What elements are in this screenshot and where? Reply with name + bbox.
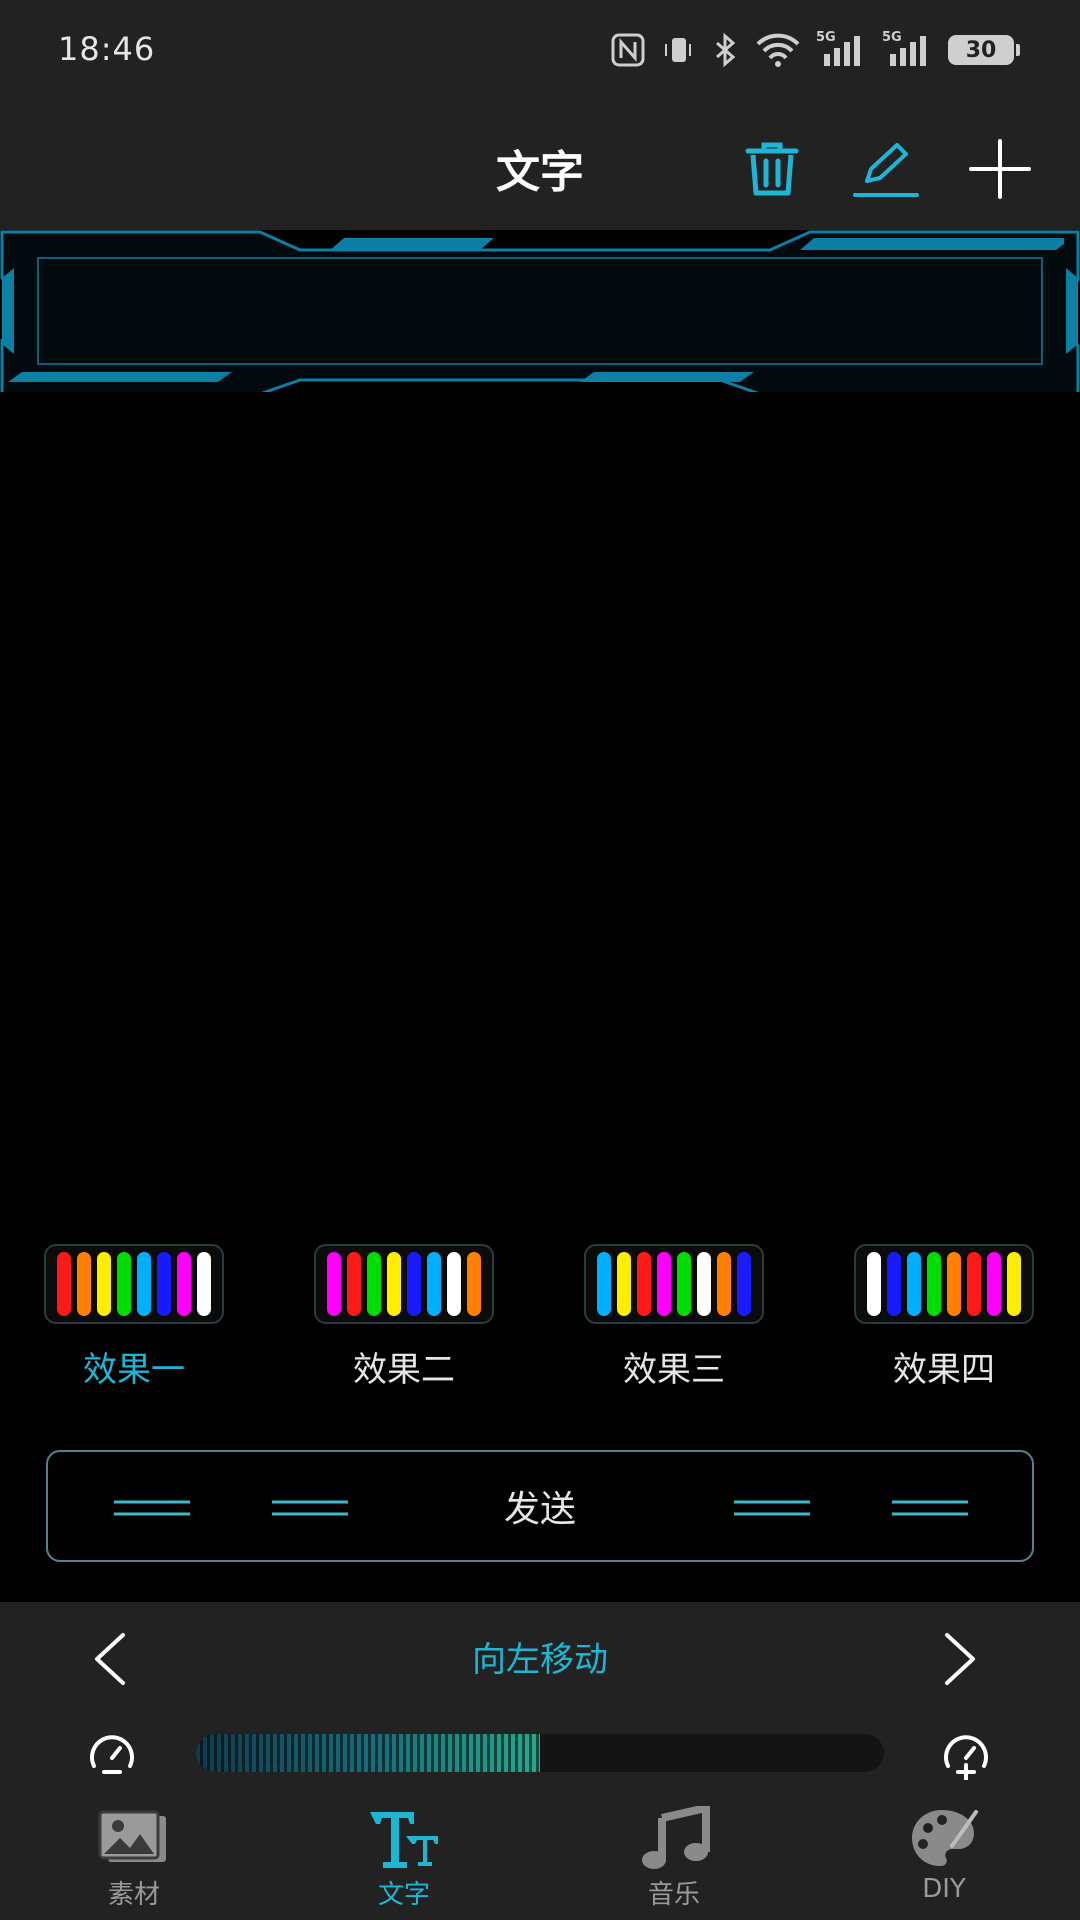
speed-fast-icon: [944, 1735, 988, 1780]
nfc-icon: [610, 32, 646, 68]
effect-color-bar: [947, 1252, 961, 1316]
effect-color-bar: [697, 1252, 711, 1316]
effect-color-bar: [677, 1252, 691, 1316]
effect-color-bar: [867, 1252, 881, 1316]
tab-bar: 素材 文字 音乐 DIY: [0, 1790, 1080, 1920]
effect-2[interactable]: 效果二: [314, 1240, 498, 1390]
effect-color-bar: [887, 1252, 901, 1316]
tab-text[interactable]: 文字: [304, 1790, 504, 1920]
vibrate-icon: [660, 32, 696, 68]
speed-slow-icon: [90, 1735, 134, 1774]
edit-button[interactable]: [846, 136, 926, 202]
effect-color-bar: [597, 1252, 611, 1316]
mode-label: 向左移动: [472, 1640, 608, 1680]
effect-color-bar: [57, 1252, 71, 1316]
wifi-icon: [754, 32, 802, 68]
tab-material[interactable]: 素材: [34, 1790, 234, 1920]
effect-color-bar: [737, 1252, 751, 1316]
effect-color-bar: [657, 1252, 671, 1316]
delete-button[interactable]: [732, 136, 812, 202]
battery-level: 30: [965, 37, 997, 63]
speed-up-button[interactable]: [938, 1726, 994, 1782]
effect-label-1: 效果一: [83, 1350, 185, 1390]
effect-color-bar: [987, 1252, 1001, 1316]
effect-color-bar: [407, 1252, 421, 1316]
plus-icon: [969, 139, 1031, 199]
effect-swatch-2: [314, 1244, 494, 1324]
effect-label-4: 效果四: [893, 1350, 995, 1390]
effect-label-3: 效果三: [623, 1350, 725, 1390]
effect-color-bar: [327, 1252, 341, 1316]
text-preview-frame: [0, 230, 1080, 392]
header: 文字: [0, 100, 1080, 230]
signal-icon-1: 5G: [816, 30, 868, 68]
chevron-right-icon: [945, 1633, 975, 1685]
signal-icon-2: 5G: [882, 30, 934, 68]
preview-text: [40, 260, 1040, 360]
effect-color-bar: [927, 1252, 941, 1316]
effect-color-bar: [907, 1252, 921, 1316]
effect-color-bar: [347, 1252, 361, 1316]
palette-icon: [904, 1804, 984, 1872]
effect-color-bar: [117, 1252, 131, 1316]
tab-diy[interactable]: DIY: [844, 1790, 1044, 1920]
effects-row: 效果一 效果二 效果三 效果四: [0, 1240, 1080, 1400]
effect-1[interactable]: 效果一: [44, 1240, 228, 1390]
effect-color-bar: [967, 1252, 981, 1316]
send-decoration-right-2: [892, 1500, 968, 1516]
effect-color-bar: [717, 1252, 731, 1316]
tab-label-material: 素材: [107, 1880, 160, 1910]
effect-color-bar: [617, 1252, 631, 1316]
speed-down-button[interactable]: [84, 1726, 140, 1782]
edit-icon: [853, 143, 919, 197]
effect-swatch-1: [44, 1244, 224, 1324]
status-time: 18:46: [58, 30, 156, 68]
text-icon: [364, 1804, 444, 1872]
send-decoration-right-1: [734, 1500, 810, 1516]
effect-color-bar: [157, 1252, 171, 1316]
send-decoration-left-2: [272, 1500, 348, 1516]
battery-icon: 30: [948, 35, 1020, 65]
effect-color-bar: [367, 1252, 381, 1316]
effect-color-bar: [97, 1252, 111, 1316]
effect-color-bar: [177, 1252, 191, 1316]
bluetooth-icon: [710, 32, 740, 68]
tab-label-music: 音乐: [647, 1880, 700, 1910]
effect-color-bar: [427, 1252, 441, 1316]
music-icon: [634, 1804, 714, 1872]
effect-color-bar: [467, 1252, 481, 1316]
speed-row: [0, 1722, 1080, 1782]
trash-icon: [745, 142, 799, 196]
effect-color-bar: [637, 1252, 651, 1316]
effect-swatch-3: [584, 1244, 764, 1324]
effect-color-bar: [387, 1252, 401, 1316]
effect-color-bar: [447, 1252, 461, 1316]
speed-slider[interactable]: [196, 1734, 884, 1772]
send-decoration-left-1: [114, 1500, 190, 1516]
effect-swatch-4: [854, 1244, 1034, 1324]
tab-label-text: 文字: [377, 1880, 430, 1910]
effect-4[interactable]: 效果四: [854, 1240, 1038, 1390]
tab-label-diy: DIY: [922, 1874, 966, 1904]
effect-color-bar: [197, 1252, 211, 1316]
effect-color-bar: [1007, 1252, 1021, 1316]
speed-slider-fill: [196, 1734, 540, 1772]
effect-label-2: 效果二: [353, 1350, 455, 1390]
status-bar: 18:46 5G 5G 30: [0, 0, 1080, 100]
image-icon: [94, 1804, 174, 1872]
status-icons: 5G 5G 30: [610, 28, 1020, 72]
effect-color-bar: [77, 1252, 91, 1316]
send-button[interactable]: 发送: [46, 1450, 1034, 1562]
send-label: 发送: [503, 1489, 576, 1530]
effect-color-bar: [137, 1252, 151, 1316]
next-mode-button[interactable]: [926, 1624, 996, 1694]
add-button[interactable]: [960, 136, 1040, 202]
tab-music[interactable]: 音乐: [574, 1790, 774, 1920]
effect-3[interactable]: 效果三: [584, 1240, 768, 1390]
